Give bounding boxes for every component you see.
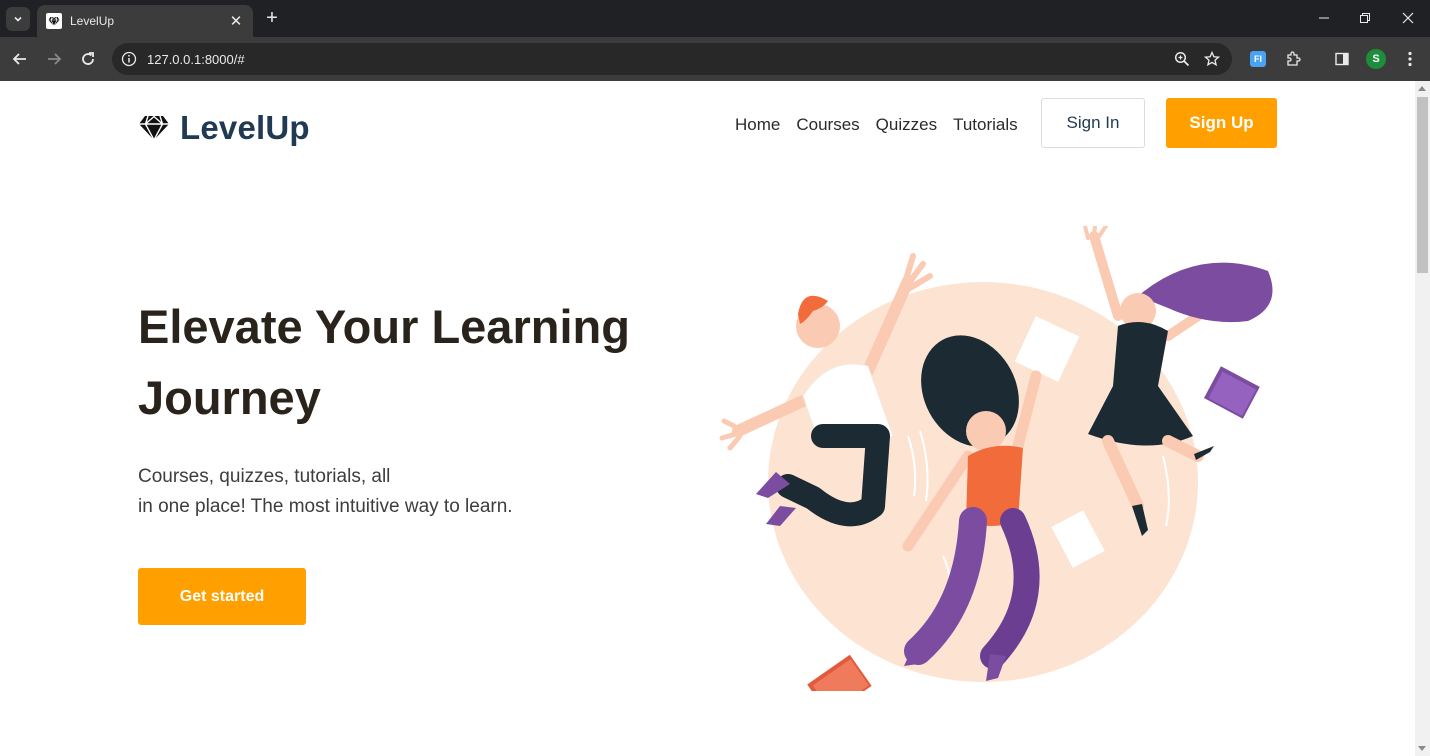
scroll-up-arrow-icon[interactable] [1418, 86, 1426, 91]
nav-quizzes[interactable]: Quizzes [876, 115, 937, 135]
tab-title: LevelUp [70, 14, 115, 28]
page-viewport: LevelUp Home Courses Quizzes Tutorials S… [0, 81, 1430, 756]
scrollbar-thumb[interactable] [1417, 97, 1428, 273]
browser-tab-bar: LevelUp ✕ + [0, 0, 1430, 37]
nav-courses[interactable]: Courses [796, 115, 859, 135]
back-icon[interactable] [8, 47, 32, 71]
restore-icon[interactable] [1355, 8, 1375, 28]
hero-title-line2: Journey [138, 371, 321, 424]
browser-tab[interactable]: LevelUp ✕ [37, 5, 253, 37]
main-nav: Home Courses Quizzes Tutorials [735, 115, 1018, 135]
url-text[interactable]: 127.0.0.1:8000/# [147, 52, 245, 67]
sign-up-button[interactable]: Sign Up [1166, 98, 1277, 148]
address-bar[interactable]: 127.0.0.1:8000/# [112, 43, 1232, 75]
site-info-icon[interactable] [121, 51, 137, 67]
nav-tutorials[interactable]: Tutorials [953, 115, 1018, 135]
tab-close-icon[interactable]: ✕ [228, 12, 244, 30]
sign-in-button[interactable]: Sign In [1041, 98, 1145, 148]
minimize-icon[interactable] [1314, 8, 1334, 28]
chevron-down-icon [14, 16, 22, 22]
extension-fi-icon[interactable]: FI [1248, 49, 1268, 69]
new-tab-button[interactable]: + [262, 8, 282, 28]
hero-subtitle-line1: Courses, quizzes, tutorials, all [138, 466, 391, 487]
diamond-icon [139, 115, 169, 141]
get-started-button[interactable]: Get started [138, 568, 306, 625]
forward-icon[interactable] [42, 47, 66, 71]
brand-name: LevelUp [180, 109, 310, 146]
reload-icon[interactable] [76, 47, 100, 71]
site-logo[interactable]: LevelUp [138, 109, 310, 147]
browser-toolbar: 127.0.0.1:8000/# FI S [0, 37, 1430, 81]
menu-kebab-icon[interactable] [1400, 49, 1420, 69]
profile-avatar[interactable]: S [1366, 49, 1386, 69]
favicon-diamond-icon [46, 13, 62, 29]
nav-home[interactable]: Home [735, 115, 780, 135]
close-window-icon[interactable] [1398, 8, 1418, 28]
extensions-puzzle-icon[interactable] [1283, 49, 1303, 69]
hero-title: Elevate Your Learning Journey [138, 291, 698, 433]
hero-subtitle: Courses, quizzes, tutorials, all in one … [138, 462, 513, 522]
hero-subtitle-line2: in one place! The most intuitive way to … [138, 496, 513, 517]
page-scrollbar[interactable] [1415, 81, 1430, 756]
jumping-students-illustration [719, 226, 1273, 691]
tab-search-button[interactable] [6, 7, 30, 31]
hero-title-line1: Elevate Your Learning [138, 300, 630, 353]
side-panel-icon[interactable] [1332, 49, 1352, 69]
bookmark-star-icon[interactable] [1203, 50, 1221, 67]
scroll-down-arrow-icon[interactable] [1418, 746, 1426, 751]
zoom-icon[interactable] [1174, 51, 1190, 67]
